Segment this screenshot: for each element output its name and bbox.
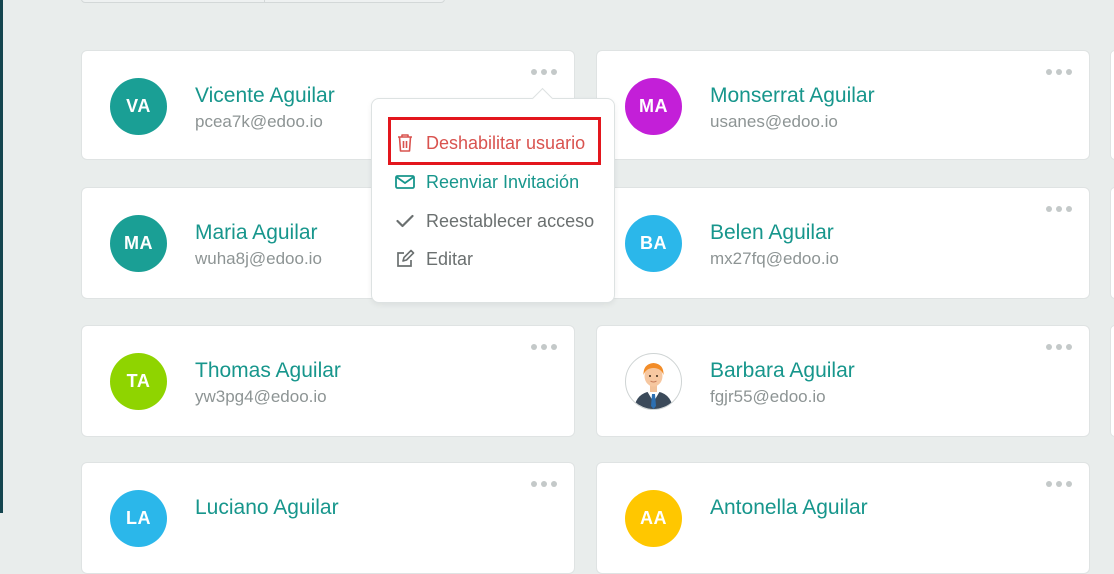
user-email: pcea7k@edoo.io: [195, 112, 323, 131]
more-options-icon[interactable]: [531, 479, 557, 489]
check-icon: [395, 211, 415, 231]
more-options-icon[interactable]: [1046, 342, 1072, 352]
top-segmented-control[interactable]: [81, 0, 445, 3]
menu-item-edit[interactable]: Editar: [389, 242, 473, 276]
user-email: wuha8j@edoo.io: [195, 249, 322, 268]
right-card-edge: [1110, 325, 1114, 437]
avatar: TA: [110, 353, 167, 410]
right-card-edge: [1110, 50, 1114, 160]
avatar: VA: [110, 78, 167, 135]
more-options-icon[interactable]: [531, 342, 557, 352]
menu-item-label: Reenviar Invitación: [426, 171, 580, 192]
user-card[interactable]: BA Belen Aguilar mx27fq@edoo.io: [596, 187, 1090, 299]
right-card-edge: [1110, 187, 1114, 299]
user-card[interactable]: Barbara Aguilar fgjr55@edoo.io: [596, 325, 1090, 437]
more-options-icon[interactable]: [1046, 204, 1072, 214]
more-options-icon[interactable]: [531, 67, 557, 77]
user-name[interactable]: Barbara Aguilar: [710, 359, 855, 383]
avatar: BA: [625, 215, 682, 272]
avatar: MA: [625, 78, 682, 135]
user-email: mx27fq@edoo.io: [710, 249, 839, 268]
menu-item-label: Editar: [426, 248, 474, 269]
highlight-box: [388, 117, 601, 165]
user-email: fgjr55@edoo.io: [710, 387, 826, 406]
user-card[interactable]: MA Monserrat Aguilar usanes@edoo.io: [596, 50, 1090, 160]
menu-item-resend-invitation[interactable]: Reenviar Invitación: [389, 165, 579, 199]
menu-item-label: Reestablecer acceso: [426, 210, 595, 231]
user-name[interactable]: Thomas Aguilar: [195, 359, 341, 383]
user-email: usanes@edoo.io: [710, 112, 838, 131]
user-name[interactable]: Luciano Aguilar: [195, 496, 339, 520]
user-card[interactable]: TA Thomas Aguilar yw3pg4@edoo.io: [81, 325, 575, 437]
more-options-icon[interactable]: [1046, 479, 1072, 489]
user-name[interactable]: Vicente Aguilar: [195, 84, 335, 108]
avatar: AA: [625, 490, 682, 547]
user-card[interactable]: LA Luciano Aguilar: [81, 462, 575, 574]
left-edge-bar: [0, 0, 3, 513]
avatar: LA: [110, 490, 167, 547]
envelope-icon: [395, 172, 415, 192]
avatar: MA: [110, 215, 167, 272]
more-options-icon[interactable]: [1046, 67, 1072, 77]
user-name[interactable]: Antonella Aguilar: [710, 496, 868, 520]
user-photo-avatar: [625, 353, 682, 410]
menu-item-reset-access[interactable]: Reestablecer acceso: [389, 204, 594, 238]
user-card[interactable]: AA Antonella Aguilar: [596, 462, 1090, 574]
user-name[interactable]: Belen Aguilar: [710, 221, 834, 245]
user-email: yw3pg4@edoo.io: [195, 387, 327, 406]
edit-icon: [395, 249, 415, 269]
user-name[interactable]: Monserrat Aguilar: [710, 84, 875, 108]
user-name[interactable]: Maria Aguilar: [195, 221, 318, 245]
